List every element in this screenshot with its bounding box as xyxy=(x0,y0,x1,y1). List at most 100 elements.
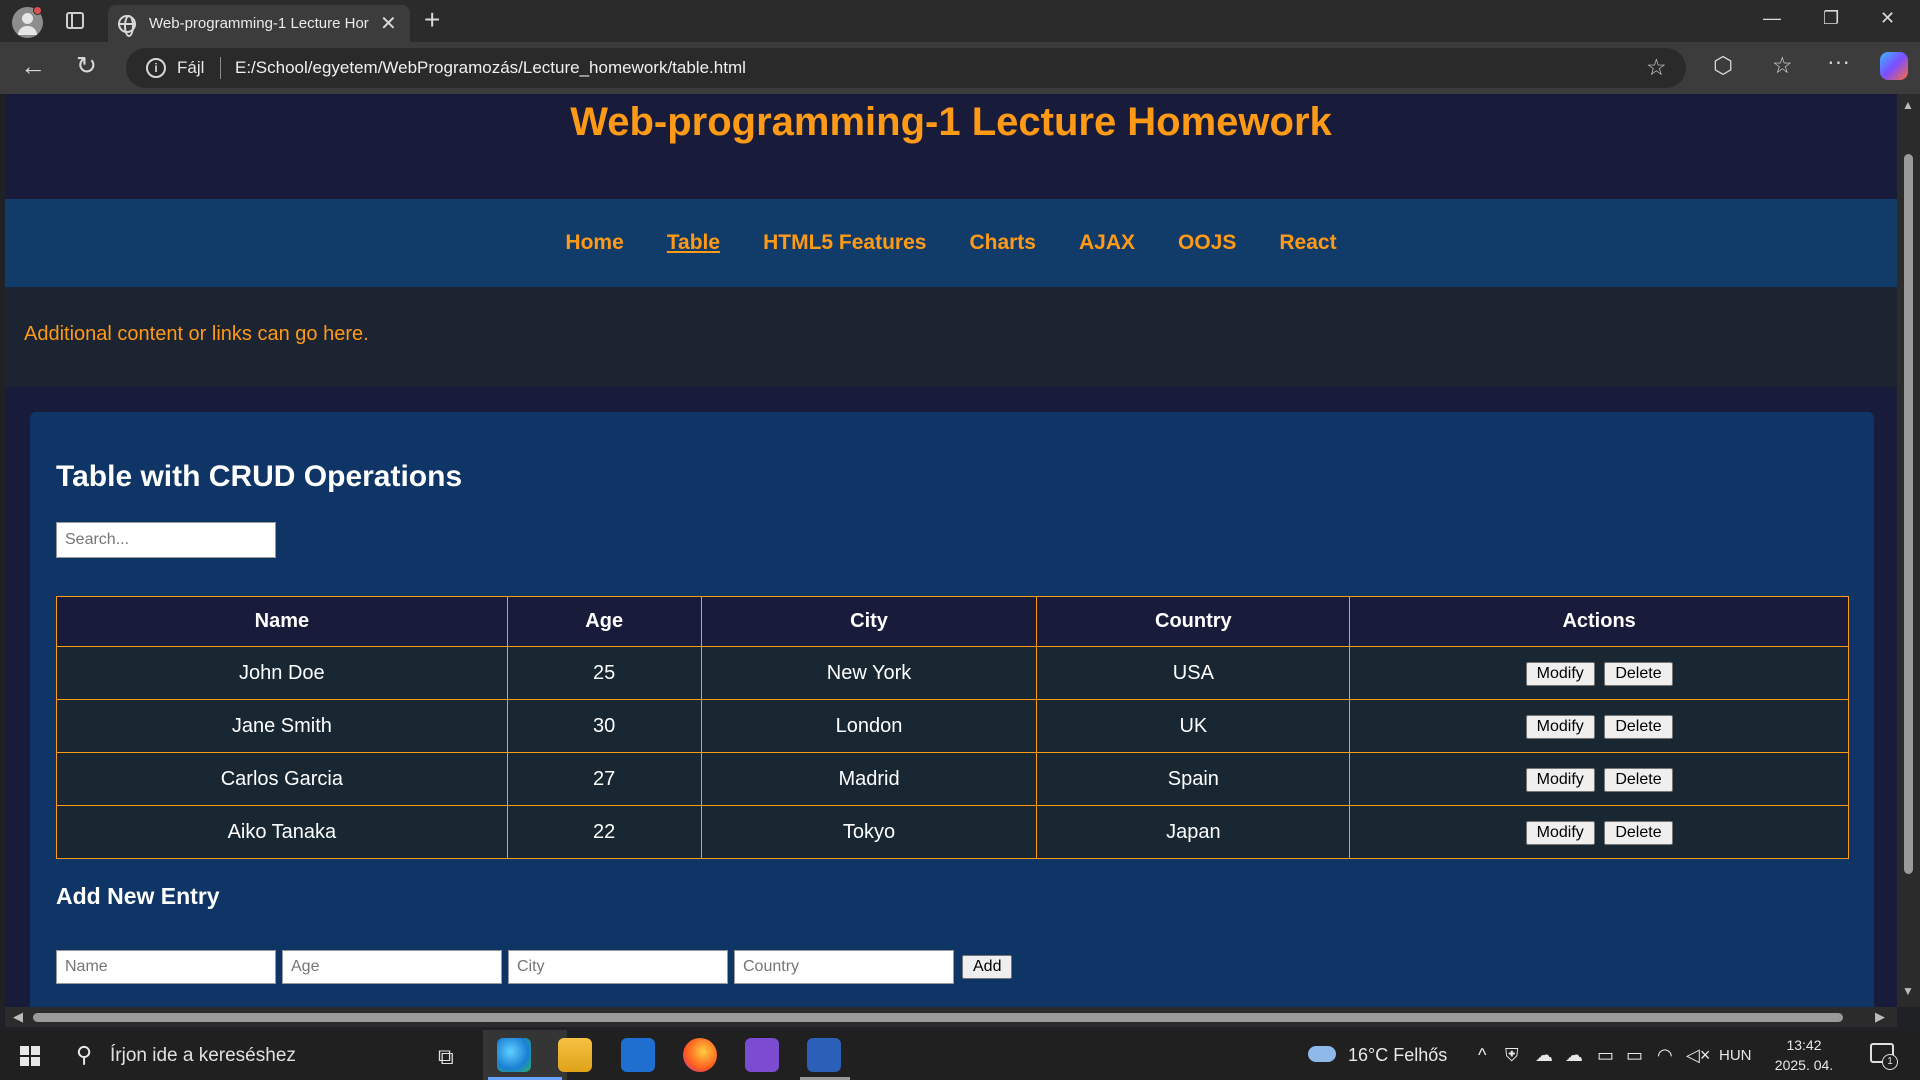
cell-name: Carlos Garcia xyxy=(56,752,508,806)
windows-taskbar: ⚲ Írjon ide a kereséshez ⧉ 16°C Felhős ^… xyxy=(0,1030,1920,1080)
cell-country: Spain xyxy=(1036,752,1351,806)
profile-status-dot xyxy=(33,6,42,15)
column-header-city: City xyxy=(700,596,1038,647)
cell-name: Aiko Tanaka xyxy=(56,805,508,859)
name-field[interactable] xyxy=(56,950,276,984)
back-arrow-icon[interactable]: ← xyxy=(20,51,46,82)
delete-button[interactable]: Delete xyxy=(1604,661,1673,686)
windows-start-icon[interactable] xyxy=(20,1046,40,1066)
battery-icon[interactable]: ▭ xyxy=(1626,1045,1643,1066)
country-field[interactable] xyxy=(734,950,954,984)
more-options-icon[interactable]: ··· xyxy=(1827,48,1850,75)
cloud-weather-icon[interactable] xyxy=(1308,1046,1336,1062)
globe-icon xyxy=(118,15,136,37)
city-field[interactable] xyxy=(508,950,728,984)
weather-text[interactable]: 16°C Felhős xyxy=(1348,1045,1447,1066)
add-button[interactable]: Add xyxy=(962,955,1013,979)
speaker-muted-icon[interactable]: ◁× xyxy=(1686,1045,1710,1066)
nav-oojs[interactable]: OOJS xyxy=(1178,231,1236,255)
close-tab-icon[interactable]: ✕ xyxy=(380,11,397,36)
device-icon[interactable]: ▭ xyxy=(1597,1045,1614,1066)
taskbar-search-input[interactable]: Írjon ide a kereséshez xyxy=(110,1045,296,1067)
browser-tabbar: Web-programming-1 Lecture Hor ✕ + — ❐ ✕ xyxy=(0,0,1920,42)
aside-note: Additional content or links can go here. xyxy=(5,287,1897,387)
site-header: Web-programming-1 Lecture Homework xyxy=(5,94,1897,199)
cell-country: UK xyxy=(1036,699,1351,753)
tab-title: Web-programming-1 Lecture Hor xyxy=(149,15,369,32)
scroll-up-icon[interactable]: ▲ xyxy=(1902,98,1914,112)
url-text[interactable]: E:/School/egyetem/WebProgramozás/Lecture… xyxy=(235,58,746,78)
add-entry-form: Add xyxy=(56,950,1848,984)
restore-icon[interactable]: ❐ xyxy=(1823,8,1839,29)
chevron-up-icon[interactable]: ^ xyxy=(1478,1045,1486,1066)
visual-studio-icon[interactable] xyxy=(745,1038,779,1072)
delete-button[interactable]: Delete xyxy=(1604,767,1673,792)
modify-button[interactable]: Modify xyxy=(1525,661,1595,686)
outlook-icon[interactable] xyxy=(621,1038,655,1072)
horizontal-scrollbar[interactable]: ◀ ▶ xyxy=(5,1007,1897,1027)
delete-button[interactable]: Delete xyxy=(1604,820,1673,845)
copilot-icon[interactable] xyxy=(1880,52,1908,80)
url-separator xyxy=(220,57,221,79)
security-shield-icon[interactable]: ⛨ xyxy=(1505,1045,1519,1066)
language-indicator[interactable]: HUN xyxy=(1719,1047,1752,1064)
nav-home[interactable]: Home xyxy=(565,231,623,255)
modify-button[interactable]: Modify xyxy=(1525,767,1595,792)
task-view-icon[interactable]: ⧉ xyxy=(438,1044,454,1070)
column-header-country: Country xyxy=(1036,596,1351,647)
vertical-scroll-thumb[interactable] xyxy=(1904,154,1913,874)
file-explorer-icon[interactable] xyxy=(558,1038,592,1072)
nav-charts[interactable]: Charts xyxy=(969,231,1036,255)
nav-html5-features[interactable]: HTML5 Features xyxy=(763,231,926,255)
browser-toolbar: ← ↻ i Fájl E:/School/egyetem/WebProgramo… xyxy=(0,42,1920,94)
reload-icon[interactable]: ↻ xyxy=(76,51,97,81)
table-row: Aiko Tanaka 22 Tokyo Japan Modify Delete xyxy=(56,805,1849,859)
cell-age: 27 xyxy=(506,752,702,806)
nav-ajax[interactable]: AJAX xyxy=(1079,231,1135,255)
column-header-age: Age xyxy=(506,596,702,647)
crud-table: Name Age City Country Actions John Doe 2… xyxy=(56,596,1849,859)
vertical-scrollbar[interactable]: ▲ ▼ xyxy=(1897,94,1920,1007)
delete-button[interactable]: Delete xyxy=(1604,714,1673,739)
table-header-row: Name Age City Country Actions xyxy=(56,596,1849,647)
cell-age: 25 xyxy=(506,646,702,700)
modify-button[interactable]: Modify xyxy=(1525,820,1595,845)
scroll-right-icon[interactable]: ▶ xyxy=(1875,1009,1885,1025)
favorite-star-icon[interactable]: ☆ xyxy=(1646,54,1667,81)
clock-date: 2025. 04. 15. xyxy=(1774,1057,1834,1080)
search-input[interactable] xyxy=(56,522,276,558)
search-icon[interactable]: ⚲ xyxy=(76,1042,92,1068)
scroll-down-icon[interactable]: ▼ xyxy=(1902,984,1914,998)
modify-button[interactable]: Modify xyxy=(1525,714,1595,739)
add-entry-title: Add New Entry xyxy=(56,883,220,909)
minimize-icon[interactable]: — xyxy=(1763,8,1781,29)
edge-browser-icon[interactable] xyxy=(497,1038,531,1072)
clock[interactable]: 13:42 2025. 04. 15. xyxy=(1764,1035,1844,1080)
new-tab-icon[interactable]: + xyxy=(424,4,440,36)
cloud-sync-icon[interactable]: ☁ xyxy=(1565,1045,1583,1066)
word-icon[interactable] xyxy=(807,1038,841,1072)
table-row: Carlos Garcia 27 Madrid Spain Modify Del… xyxy=(56,752,1849,806)
cell-actions: Modify Delete xyxy=(1349,752,1849,806)
onedrive-icon[interactable]: ☁ xyxy=(1535,1045,1553,1066)
nav-react[interactable]: React xyxy=(1279,231,1336,255)
favorites-icon[interactable]: ☆ xyxy=(1772,52,1793,79)
age-field[interactable] xyxy=(282,950,502,984)
address-bar[interactable]: i Fájl E:/School/egyetem/WebProgramozás/… xyxy=(126,48,1686,88)
cell-country: Japan xyxy=(1036,805,1351,859)
window-close-icon[interactable]: ✕ xyxy=(1880,8,1895,29)
tab-actions-icon[interactable] xyxy=(66,12,84,29)
firefox-icon[interactable] xyxy=(683,1038,717,1072)
cell-city: Madrid xyxy=(700,752,1038,806)
browser-tab-active[interactable]: Web-programming-1 Lecture Hor ✕ xyxy=(108,5,410,42)
cell-city: London xyxy=(700,699,1038,753)
scroll-left-icon[interactable]: ◀ xyxy=(13,1009,23,1025)
cell-age: 22 xyxy=(506,805,702,859)
clock-time: 13:42 xyxy=(1786,1037,1822,1053)
nav-table[interactable]: Table xyxy=(667,231,720,255)
extensions-icon[interactable]: ⬡ xyxy=(1713,52,1733,79)
url-protocol: Fájl xyxy=(177,58,205,77)
info-icon[interactable]: i xyxy=(146,58,166,78)
wifi-icon[interactable]: ◠ xyxy=(1657,1045,1673,1066)
horizontal-scroll-thumb[interactable] xyxy=(33,1013,1843,1022)
